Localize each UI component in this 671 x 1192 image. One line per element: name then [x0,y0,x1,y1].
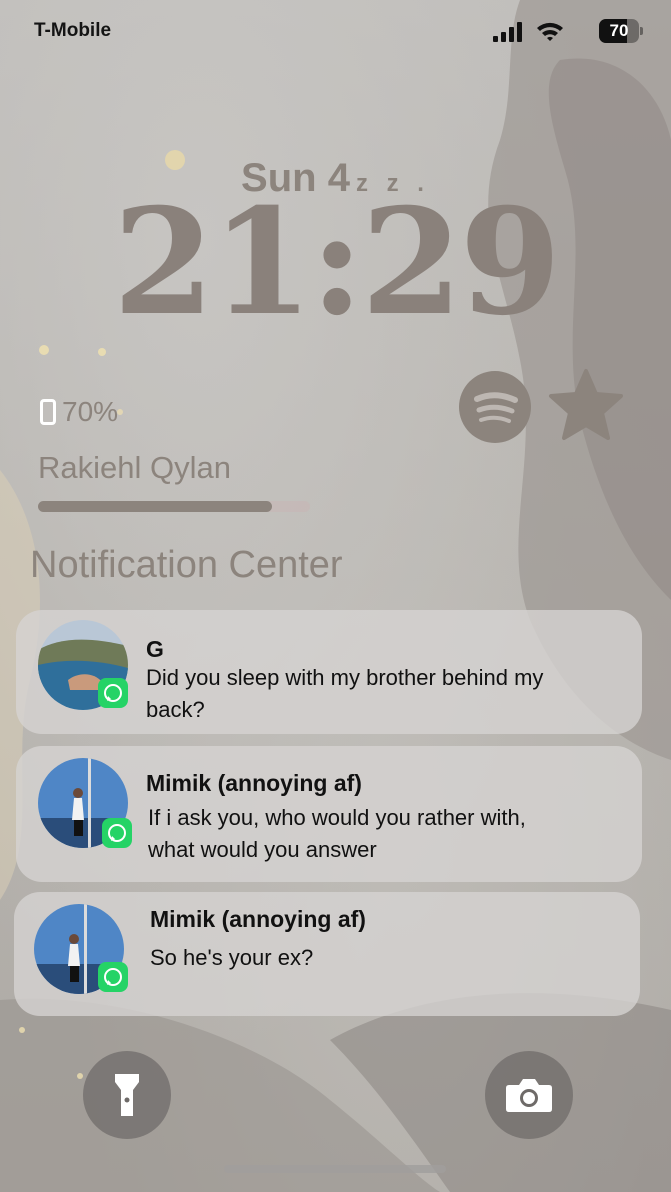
battery-widget-label: 70% [62,396,119,427]
notification-message: If i ask you, who would you rather with,… [148,802,526,866]
notification-message-line: If i ask you, who would you rather with, [148,805,526,830]
notification-sender: G [146,636,164,662]
lock-clock: 21:29 [112,177,561,348]
home-indicator[interactable] [224,1165,446,1173]
signal-icon [493,22,522,42]
phone-battery-icon [40,399,56,425]
notification-sender: Mimik (annoying af) [150,906,366,932]
battery-icon: 70 [599,19,643,43]
wifi-icon [537,22,563,41]
carrier-name: T-Mobile [34,20,112,41]
flashlight-icon [115,1074,139,1116]
notification-message-line: Did you sleep with my brother behind my [146,665,544,690]
media-progress-fill [38,501,272,512]
battery-level: 70 [609,21,629,40]
notification-message: Did you sleep with my brother behind my … [146,662,543,726]
notification-message-line: back? [146,697,205,722]
notification-card[interactable]: Mimik (annoying af) So he's your ex? [14,892,640,1016]
whatsapp-icon [98,678,128,708]
notification-sender: Mimik (annoying af) [146,770,362,796]
notification-message-line: So he's your ex? [150,945,314,970]
star-icon [549,369,623,440]
notification-center-title: Notification Center [30,544,343,586]
spotify-widget[interactable] [459,371,531,443]
battery-widget[interactable]: 70% [40,396,118,428]
camera-button[interactable] [485,1051,573,1139]
flashlight-button[interactable] [83,1051,171,1139]
status-icons: 70 [483,18,643,44]
whatsapp-icon [98,962,128,992]
favorite-widget[interactable] [548,368,624,442]
notification-card[interactable]: Mimik (annoying af) If i ask you, who wo… [16,746,642,882]
notification-message-line: what would you answer [148,837,377,862]
media-title[interactable]: Rakiehl Qylan [38,450,231,486]
whatsapp-icon [102,818,132,848]
camera-icon [506,1079,552,1112]
spotify-icon [474,392,518,423]
notification-message: So he's your ex? [150,942,313,974]
status-bar: T-Mobile 70 [0,0,671,62]
notification-card[interactable]: G Did you sleep with my brother behind m… [16,610,642,734]
media-progress-bar[interactable] [38,501,310,512]
